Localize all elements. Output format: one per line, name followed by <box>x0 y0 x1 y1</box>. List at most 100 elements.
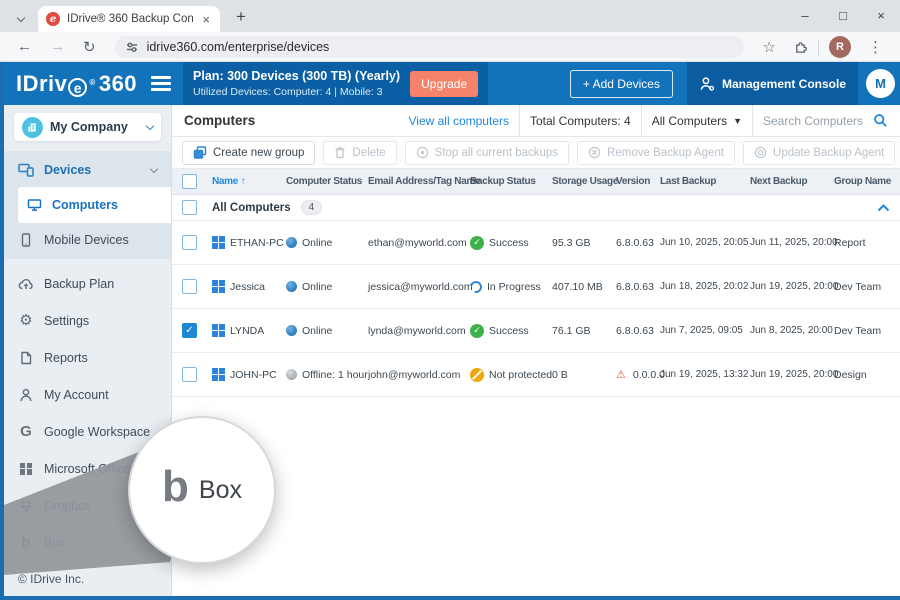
row-checkbox[interactable] <box>182 367 197 382</box>
divider <box>818 39 819 55</box>
table-row[interactable]: ETHAN-PC Online ethan@myworld.com ✓Succe… <box>172 221 900 265</box>
app-header: IDrive®360 Plan: 300 Devices (300 TB) (Y… <box>4 62 900 105</box>
url-text: idrive360.com/enterprise/devices <box>147 40 330 54</box>
google-g-icon: G <box>18 424 34 439</box>
search-icon[interactable] <box>873 113 888 128</box>
storage-usage: 95.3 GB <box>552 237 616 249</box>
group-name: Dev Team <box>834 325 890 337</box>
tab-strip: e IDrive® 360 Backup Console fo × + – □ … <box>0 0 900 32</box>
tab-search-button[interactable] <box>8 10 34 28</box>
column-last-backup[interactable]: Last Backup <box>660 176 750 187</box>
tab-close-icon[interactable]: × <box>200 12 212 27</box>
profile-avatar[interactable]: R <box>829 36 851 58</box>
sidebar-item-mobile-devices[interactable]: Mobile Devices <box>4 223 171 257</box>
dropbox-icon <box>18 499 34 513</box>
upgrade-button[interactable]: Upgrade <box>410 71 478 97</box>
collapse-group-button[interactable] <box>877 204 890 212</box>
last-backup: Jun 19, 2025, 13:32 <box>660 369 750 380</box>
computer-name: Jessica <box>230 281 265 293</box>
table-row[interactable]: ✓ LYNDA Online lynda@myworld.com ✓Succes… <box>172 309 900 353</box>
remove-backup-agent-button[interactable]: Remove Backup Agent <box>577 141 735 165</box>
browser-window: e IDrive® 360 Backup Console fo × + – □ … <box>0 0 900 600</box>
success-icon: ✓ <box>470 324 484 338</box>
add-devices-button[interactable]: + Add Devices <box>570 70 673 98</box>
column-version[interactable]: Version <box>616 176 660 187</box>
extensions-icon[interactable] <box>793 39 808 54</box>
sidebar-item-my-account[interactable]: My Account <box>4 376 171 413</box>
sidebar-item-devices[interactable]: Devices <box>4 153 171 187</box>
hamburger-menu-icon[interactable] <box>151 73 171 95</box>
email-address: lynda@myworld.com <box>368 325 470 337</box>
offline-status-icon <box>286 369 297 380</box>
document-icon <box>18 351 34 365</box>
sidebar-item-backup-plan[interactable]: Backup Plan <box>4 265 171 302</box>
storage-usage: 407.10 MB <box>552 281 616 293</box>
table-row[interactable]: Jessica Online jessica@myworld.com In Pr… <box>172 265 900 309</box>
management-console-button[interactable]: Management Console <box>687 62 858 105</box>
row-checkbox[interactable]: ✓ <box>182 323 197 338</box>
column-group-name[interactable]: Group Name <box>834 176 891 187</box>
minimize-button[interactable]: – <box>786 1 824 31</box>
stop-backups-button[interactable]: Stop all current backups <box>405 141 569 165</box>
column-computer-status[interactable]: Computer Status <box>286 176 368 187</box>
browser-menu-icon[interactable]: ⋮ <box>861 38 890 56</box>
row-checkbox[interactable] <box>182 279 197 294</box>
bookmark-star-icon[interactable]: ☆ <box>756 38 783 56</box>
column-name[interactable]: Name ↑ <box>212 176 286 187</box>
select-all-checkbox[interactable] <box>182 174 197 189</box>
online-status-icon <box>286 281 297 292</box>
sidebar-item-dropbox[interactable]: Dropbox <box>4 487 171 524</box>
reload-icon[interactable]: ↻ <box>76 38 103 56</box>
sidebar-item-label: My Account <box>44 388 109 402</box>
backup-cloud-icon <box>18 277 34 290</box>
delete-button[interactable]: Delete <box>323 141 396 165</box>
search-input[interactable] <box>763 114 867 128</box>
browser-tab[interactable]: e IDrive® 360 Backup Console fo × <box>38 6 220 32</box>
success-icon: ✓ <box>470 236 484 250</box>
next-backup: Jun 8, 2025, 20:00 <box>750 325 834 336</box>
back-icon[interactable]: ← <box>10 38 39 55</box>
group-filter-dropdown[interactable]: All Computers ▼ <box>652 114 742 128</box>
sort-up-icon: ↑ <box>241 176 246 187</box>
table-toolbar: Create new group Delete Stop all current… <box>172 137 900 169</box>
sidebar-item-box[interactable]: b Box <box>4 524 171 561</box>
site-settings-icon[interactable] <box>125 40 139 54</box>
group-name: Design <box>834 369 890 381</box>
forward-icon[interactable]: → <box>43 38 72 55</box>
group-checkbox[interactable] <box>182 200 197 215</box>
group-name: Dev Team <box>834 281 890 293</box>
sidebar: My Company Devices <box>4 105 172 596</box>
sidebar-item-settings[interactable]: ⚙ Settings <box>4 302 171 339</box>
view-all-computers-link[interactable]: View all computers <box>409 114 510 128</box>
devices-section: Devices Computers Mobile Devices <box>4 151 171 259</box>
backup-status: Success <box>489 325 529 337</box>
version: 6.8.0.63 <box>616 281 660 293</box>
close-button[interactable]: × <box>862 1 900 31</box>
maximize-button[interactable]: □ <box>824 1 862 31</box>
search-computers <box>763 113 888 128</box>
user-avatar[interactable]: M <box>866 69 895 98</box>
sidebar-item-google-workspace[interactable]: G Google Workspace <box>4 413 171 450</box>
sidebar-item-computers[interactable]: Computers <box>18 187 171 223</box>
address-bar[interactable]: idrive360.com/enterprise/devices <box>115 36 744 58</box>
utilized-devices: Utilized Devices: Computer: 4 | Mobile: … <box>193 86 400 98</box>
copyright-footer: © IDrive Inc. <box>4 561 171 596</box>
column-email[interactable]: Email Address/Tag Name <box>368 176 470 187</box>
new-tab-button[interactable]: + <box>230 7 252 27</box>
next-backup: Jun 11, 2025, 20:00 <box>750 237 834 248</box>
row-checkbox[interactable] <box>182 235 197 250</box>
update-backup-agent-button[interactable]: Update Backup Agent <box>743 141 895 165</box>
sidebar-item-label: Microsoft Office 365 <box>44 462 155 476</box>
company-selector[interactable]: My Company <box>14 113 161 141</box>
chevron-down-icon <box>17 13 25 21</box>
column-storage-usage[interactable]: Storage Usage <box>552 176 616 187</box>
create-new-group-button[interactable]: Create new group <box>182 141 315 165</box>
windows-logo-icon <box>212 368 225 381</box>
sidebar-item-microsoft-office-365[interactable]: Microsoft Office 365 <box>4 450 171 487</box>
computer-status: Online <box>302 237 332 249</box>
next-backup: Jun 19, 2025, 20:00 <box>750 281 834 292</box>
column-backup-status[interactable]: Backup Status <box>470 176 552 187</box>
column-next-backup[interactable]: Next Backup <box>750 176 834 187</box>
table-row[interactable]: JOHN-PC Offline: 1 hour john@myworld.com… <box>172 353 900 397</box>
sidebar-item-reports[interactable]: Reports <box>4 339 171 376</box>
